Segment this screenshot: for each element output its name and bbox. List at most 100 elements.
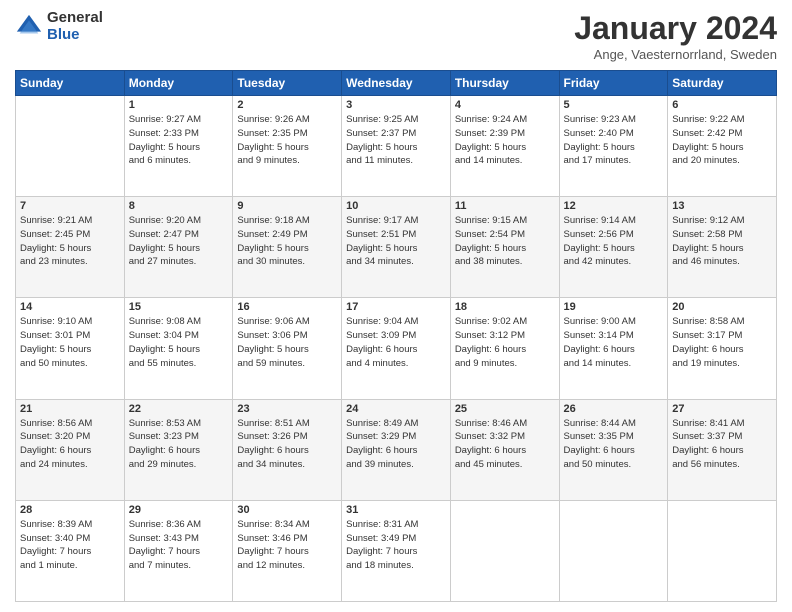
day-number: 11 — [455, 200, 555, 212]
day-number: 23 — [237, 403, 337, 415]
day-number: 1 — [129, 99, 229, 111]
day-info: Sunrise: 9:27 AM Sunset: 2:33 PM Dayligh… — [129, 113, 229, 168]
weekday-header-sunday: Sunday — [16, 71, 125, 96]
calendar-cell — [450, 500, 559, 601]
calendar-cell: 26Sunrise: 8:44 AM Sunset: 3:35 PM Dayli… — [559, 399, 668, 500]
day-number: 2 — [237, 99, 337, 111]
day-number: 28 — [20, 504, 120, 516]
day-number: 8 — [129, 200, 229, 212]
calendar-cell: 15 Sunrise: 9:08 AM Sunset: 3:04 PM Dayli… — [124, 298, 233, 399]
day-info: Sunrise: 8:36 AM Sunset: 3:43 PM Dayligh… — [129, 518, 229, 573]
location-subtitle: Ange, Vaesternorrland, Sweden — [574, 47, 777, 62]
day-info: Sunrise: 9:08 AM Sunset: 3:04 PM Dayligh… — [129, 315, 229, 370]
logo-blue: Blue — [47, 27, 103, 44]
logo-general: General — [47, 10, 103, 27]
weekday-header-saturday: Saturday — [668, 71, 777, 96]
calendar-cell: 17 Sunrise: 9:04 AM Sunset: 3:09 PM Dayli… — [342, 298, 451, 399]
calendar-week-1: 1 Sunrise: 9:27 AM Sunset: 2:33 PM Daylig… — [16, 96, 777, 197]
day-number: 3 — [346, 99, 446, 111]
calendar-cell: 16 Sunrise: 9:06 AM Sunset: 3:06 PM Dayli… — [233, 298, 342, 399]
page: General Blue January 2024 Ange, Vaestern… — [0, 0, 792, 612]
calendar-cell: 12 Sunrise: 9:14 AM Sunset: 2:56 PM Dayli… — [559, 197, 668, 298]
calendar-cell: 13 Sunrise: 9:12 AM Sunset: 2:58 PM Dayli… — [668, 197, 777, 298]
day-number: 20 — [672, 301, 772, 313]
day-info: Sunrise: 8:58 AM Sunset: 3:17 PM Dayligh… — [672, 315, 772, 370]
day-number: 9 — [237, 200, 337, 212]
day-info: Sunrise: 9:06 AM Sunset: 3:06 PM Dayligh… — [237, 315, 337, 370]
day-number: 16 — [237, 301, 337, 313]
day-info: Sunrise: 9:12 AM Sunset: 2:58 PM Dayligh… — [672, 214, 772, 269]
weekday-header-tuesday: Tuesday — [233, 71, 342, 96]
day-number: 15 — [129, 301, 229, 313]
calendar-cell — [559, 500, 668, 601]
day-info: Sunrise: 9:26 AM Sunset: 2:35 PM Dayligh… — [237, 113, 337, 168]
day-info: Sunrise: 8:44 AM Sunset: 3:35 PM Dayligh… — [564, 417, 664, 472]
day-number: 18 — [455, 301, 555, 313]
calendar-cell: 1 Sunrise: 9:27 AM Sunset: 2:33 PM Daylig… — [124, 96, 233, 197]
day-number: 25 — [455, 403, 555, 415]
calendar-cell: 11 Sunrise: 9:15 AM Sunset: 2:54 PM Dayli… — [450, 197, 559, 298]
calendar-cell: 8 Sunrise: 9:20 AM Sunset: 2:47 PM Daylig… — [124, 197, 233, 298]
calendar-cell: 30Sunrise: 8:34 AM Sunset: 3:46 PM Dayli… — [233, 500, 342, 601]
day-info: Sunrise: 9:10 AM Sunset: 3:01 PM Dayligh… — [20, 315, 120, 370]
calendar-cell: 31Sunrise: 8:31 AM Sunset: 3:49 PM Dayli… — [342, 500, 451, 601]
day-number: 10 — [346, 200, 446, 212]
day-number: 12 — [564, 200, 664, 212]
calendar-cell: 10Sunrise: 9:17 AM Sunset: 2:51 PM Dayli… — [342, 197, 451, 298]
day-number: 17 — [346, 301, 446, 313]
day-info: Sunrise: 9:22 AM Sunset: 2:42 PM Dayligh… — [672, 113, 772, 168]
day-info: Sunrise: 9:18 AM Sunset: 2:49 PM Dayligh… — [237, 214, 337, 269]
day-info: Sunrise: 9:21 AM Sunset: 2:45 PM Dayligh… — [20, 214, 120, 269]
day-number: 30 — [237, 504, 337, 516]
day-info: Sunrise: 9:23 AM Sunset: 2:40 PM Dayligh… — [564, 113, 664, 168]
day-info: Sunrise: 8:39 AM Sunset: 3:40 PM Dayligh… — [20, 518, 120, 573]
day-info: Sunrise: 9:14 AM Sunset: 2:56 PM Dayligh… — [564, 214, 664, 269]
day-info: Sunrise: 9:04 AM Sunset: 3:09 PM Dayligh… — [346, 315, 446, 370]
calendar-cell: 25 Sunrise: 8:46 AM Sunset: 3:32 PM Dayli… — [450, 399, 559, 500]
calendar-cell: 7Sunrise: 9:21 AM Sunset: 2:45 PM Daylig… — [16, 197, 125, 298]
day-info: Sunrise: 8:46 AM Sunset: 3:32 PM Dayligh… — [455, 417, 555, 472]
calendar-cell: 19 Sunrise: 9:00 AM Sunset: 3:14 PM Dayli… — [559, 298, 668, 399]
day-info: Sunrise: 9:02 AM Sunset: 3:12 PM Dayligh… — [455, 315, 555, 370]
calendar-cell: 21 Sunrise: 8:56 AM Sunset: 3:20 PM Dayli… — [16, 399, 125, 500]
title-block: January 2024 Ange, Vaesternorrland, Swed… — [574, 10, 777, 62]
calendar-cell: 18 Sunrise: 9:02 AM Sunset: 3:12 PM Dayli… — [450, 298, 559, 399]
weekday-header-thursday: Thursday — [450, 71, 559, 96]
day-number: 6 — [672, 99, 772, 111]
logo-text: General Blue — [47, 10, 103, 43]
calendar-cell: 14Sunrise: 9:10 AM Sunset: 3:01 PM Dayli… — [16, 298, 125, 399]
calendar-week-2: 7Sunrise: 9:21 AM Sunset: 2:45 PM Daylig… — [16, 197, 777, 298]
day-info: Sunrise: 8:56 AM Sunset: 3:20 PM Dayligh… — [20, 417, 120, 472]
day-info: Sunrise: 8:31 AM Sunset: 3:49 PM Dayligh… — [346, 518, 446, 573]
day-info: Sunrise: 8:51 AM Sunset: 3:26 PM Dayligh… — [237, 417, 337, 472]
calendar-week-5: 28 Sunrise: 8:39 AM Sunset: 3:40 PM Dayli… — [16, 500, 777, 601]
day-number: 4 — [455, 99, 555, 111]
day-number: 27 — [672, 403, 772, 415]
calendar-cell — [668, 500, 777, 601]
calendar-cell: 2 Sunrise: 9:26 AM Sunset: 2:35 PM Daylig… — [233, 96, 342, 197]
day-number: 19 — [564, 301, 664, 313]
calendar-cell: 6 Sunrise: 9:22 AM Sunset: 2:42 PM Daylig… — [668, 96, 777, 197]
calendar-cell: 3Sunrise: 9:25 AM Sunset: 2:37 PM Daylig… — [342, 96, 451, 197]
calendar-cell — [16, 96, 125, 197]
month-title: January 2024 — [574, 10, 777, 47]
day-number: 21 — [20, 403, 120, 415]
day-info: Sunrise: 9:00 AM Sunset: 3:14 PM Dayligh… — [564, 315, 664, 370]
day-number: 13 — [672, 200, 772, 212]
calendar-cell: 29 Sunrise: 8:36 AM Sunset: 3:43 PM Dayli… — [124, 500, 233, 601]
day-number: 24 — [346, 403, 446, 415]
day-info: Sunrise: 9:15 AM Sunset: 2:54 PM Dayligh… — [455, 214, 555, 269]
day-info: Sunrise: 9:20 AM Sunset: 2:47 PM Dayligh… — [129, 214, 229, 269]
day-number: 29 — [129, 504, 229, 516]
calendar-cell: 24 Sunrise: 8:49 AM Sunset: 3:29 PM Dayli… — [342, 399, 451, 500]
weekday-header-monday: Monday — [124, 71, 233, 96]
calendar-cell: 9 Sunrise: 9:18 AM Sunset: 2:49 PM Daylig… — [233, 197, 342, 298]
calendar-header-row: SundayMondayTuesdayWednesdayThursdayFrid… — [16, 71, 777, 96]
day-info: Sunrise: 8:49 AM Sunset: 3:29 PM Dayligh… — [346, 417, 446, 472]
calendar-cell: 20 Sunrise: 8:58 AM Sunset: 3:17 PM Dayli… — [668, 298, 777, 399]
calendar-cell: 23 Sunrise: 8:51 AM Sunset: 3:26 PM Dayli… — [233, 399, 342, 500]
logo: General Blue — [15, 10, 103, 43]
day-info: Sunrise: 8:53 AM Sunset: 3:23 PM Dayligh… — [129, 417, 229, 472]
header: General Blue January 2024 Ange, Vaestern… — [15, 10, 777, 62]
calendar-cell: 4Sunrise: 9:24 AM Sunset: 2:39 PM Daylig… — [450, 96, 559, 197]
